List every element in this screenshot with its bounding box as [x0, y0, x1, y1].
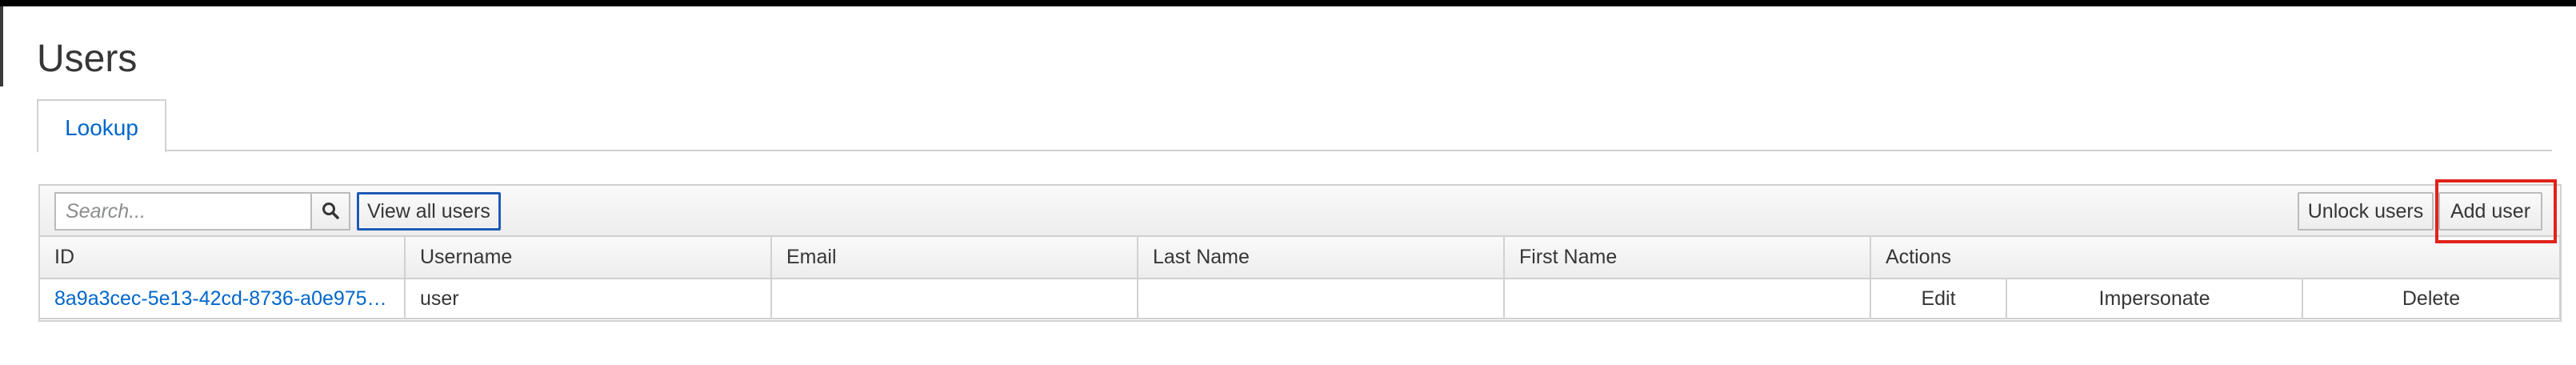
user-id-link[interactable]: 8a9a3cec-5e13-42cd-8736-a0e97598... [40, 278, 406, 319]
tab-bar: Lookup [37, 99, 2552, 153]
table-row: 8a9a3cec-5e13-42cd-8736-a0e97598... user… [40, 278, 2562, 319]
tab-lookup[interactable]: Lookup [37, 99, 166, 153]
email-cell [770, 278, 1138, 319]
table-header-row: ID Username Email Last Name First Name A… [40, 237, 2562, 279]
column-header-last-name[interactable]: Last Name [1137, 237, 1505, 279]
users-table: ID Username Email Last Name First Name A… [40, 237, 2562, 319]
first-name-cell [1503, 278, 1871, 319]
top-bar [0, 0, 2576, 6]
edit-button[interactable]: Edit [1870, 278, 2007, 319]
unlock-users-button[interactable]: Unlock users [2298, 192, 2434, 231]
column-header-email[interactable]: Email [770, 237, 1138, 279]
page-title: Users [37, 38, 138, 80]
delete-button[interactable]: Delete [2301, 278, 2562, 319]
last-name-cell [1137, 278, 1505, 319]
view-all-users-button[interactable]: View all users [357, 192, 501, 231]
search-button[interactable] [310, 192, 350, 231]
search-icon [321, 201, 340, 223]
impersonate-button[interactable]: Impersonate [2006, 278, 2303, 319]
column-header-actions: Actions [1869, 237, 2562, 279]
users-panel: View all users Unlock users Add user ID … [38, 184, 2562, 322]
username-cell: user [404, 278, 772, 319]
add-user-button[interactable]: Add user [2438, 192, 2542, 231]
search-input[interactable] [54, 192, 310, 231]
column-header-first-name[interactable]: First Name [1503, 237, 1871, 279]
left-edge [0, 6, 3, 86]
toolbar: View all users Unlock users Add user [40, 186, 2560, 237]
column-header-id[interactable]: ID [40, 237, 406, 279]
column-header-username[interactable]: Username [404, 237, 772, 279]
